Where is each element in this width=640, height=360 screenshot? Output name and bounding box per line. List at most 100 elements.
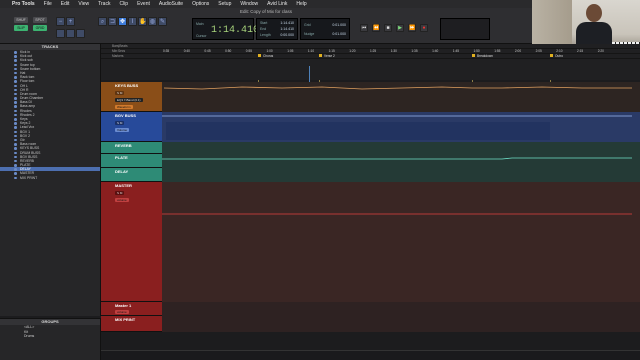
menu-clip[interactable]: Clip [119, 1, 128, 7]
track-name[interactable]: BGV BUSS [115, 113, 136, 118]
record-icon[interactable]: ● [420, 24, 428, 32]
zoom-out-icon[interactable]: − [56, 17, 65, 26]
spot-mode-button[interactable]: SPOT [33, 17, 47, 23]
zoom-preset-3[interactable] [76, 29, 85, 38]
shuffle-mode-button[interactable]: SHUF [14, 17, 28, 23]
track-header-master[interactable]: MASTER S M volume [101, 182, 162, 302]
lane-master[interactable] [162, 182, 640, 302]
menu-audiosuite[interactable]: AudioSuite [159, 1, 183, 7]
ruler-tick-label: 1:15 [328, 49, 335, 53]
ruler-tick-label: 0:40 [183, 49, 190, 53]
grabber-tool-icon[interactable]: ✋ [138, 17, 147, 26]
menu-file[interactable]: File [44, 1, 52, 7]
ruler-tick-label: 1:45 [452, 49, 460, 53]
menu-protools[interactable]: Pro Tools [12, 1, 35, 7]
track-name[interactable]: DELAY [115, 169, 128, 174]
track-name[interactable]: MIX PRINT [115, 317, 135, 322]
lane-reverb[interactable] [162, 142, 640, 154]
menu-window[interactable]: Window [240, 1, 258, 7]
marker-chorus[interactable]: Chorus [258, 54, 273, 58]
group-item[interactable]: Drums [0, 334, 100, 339]
solo-mute-button[interactable]: S M [115, 191, 125, 195]
view-selector[interactable]: Volume [115, 128, 130, 132]
lane-delay[interactable] [162, 168, 640, 182]
main-counter[interactable]: Main Cursor 1:14.410 [192, 18, 259, 40]
track-header-delay[interactable]: DELAY [101, 168, 162, 182]
zoom-in-icon[interactable]: + [66, 17, 75, 26]
menu-avidlink[interactable]: Avid Link [267, 1, 287, 7]
fast-forward-icon[interactable]: ⏩ [408, 24, 416, 32]
selection-indicators[interactable]: Start 1:14.410 End 1:14.410 Length 0:00.… [256, 18, 298, 40]
horizontal-scrollbar[interactable] [101, 350, 640, 360]
presenter-head [586, 4, 602, 22]
smart-tool-icon[interactable]: ✥ [118, 17, 127, 26]
track-header-plate[interactable]: PLATE [101, 154, 162, 168]
sel-length-value[interactable]: 0:00.000 [280, 33, 294, 37]
menu-options[interactable]: Options [192, 1, 209, 7]
sel-start-value[interactable]: 1:14.410 [280, 21, 294, 25]
ruler-tick-label: 2:20 [597, 49, 604, 53]
pencil-tool-icon[interactable]: ✎ [158, 17, 167, 26]
track-type-icon [14, 134, 17, 138]
trim-tool-icon[interactable]: ⊐ [108, 17, 117, 26]
track-name[interactable]: KEYS BUSS [115, 83, 138, 88]
counter-value: 1:14.410 [211, 25, 260, 36]
sel-end-value[interactable]: 1:14.410 [280, 27, 294, 31]
menu-edit[interactable]: Edit [61, 1, 70, 7]
track-type-icon [14, 67, 17, 71]
marker-verse-2[interactable]: Verse 2 [319, 54, 335, 58]
slip-mode-button[interactable]: SLIP [14, 25, 28, 31]
play-icon[interactable]: ▶ [396, 24, 404, 32]
nudge-value[interactable]: 0:01.000 [332, 32, 346, 36]
view-selector[interactable]: Waveform [115, 105, 133, 109]
zoom-preset-1[interactable] [56, 29, 65, 38]
view-selector[interactable]: volume [115, 198, 129, 202]
plate-automation [162, 157, 632, 160]
solo-mute-button[interactable]: S M [115, 121, 125, 125]
lane-plate[interactable] [162, 154, 640, 168]
track-type-icon [14, 84, 17, 87]
ruler-tick-label: 1:20 [349, 49, 356, 53]
insert-slot[interactable]: EQ3 7-Band (0.1) [115, 98, 143, 102]
menu-help[interactable]: Help [296, 1, 306, 7]
rewind-icon[interactable]: ⏪ [372, 24, 380, 32]
view-selector[interactable]: volume [115, 310, 129, 314]
ruler-markers[interactable]: Markers Chorus Verse 2 Breakdown Outro [101, 54, 640, 59]
track-name[interactable]: PLATE [115, 155, 128, 160]
menu-setup[interactable]: Setup [218, 1, 231, 7]
ruler-tick-label: 1:25 [370, 49, 377, 53]
track-name[interactable]: REVERB [115, 143, 132, 148]
zoom-preset-2[interactable] [66, 29, 75, 38]
track-name[interactable]: MASTER [115, 183, 132, 188]
lane-mix-print[interactable] [162, 316, 640, 332]
marker-breakdown[interactable]: Breakdown [472, 54, 493, 58]
menu-event[interactable]: Event [137, 1, 150, 7]
track-header-bgv-buss[interactable]: BGV BUSS S M Volume [101, 112, 162, 142]
grid-mode-button[interactable]: GRID [33, 25, 47, 31]
zoomer-tool-icon[interactable]: ⌕ [98, 17, 107, 26]
sel-start-label: Start [260, 21, 268, 25]
track-list-item[interactable]: MIX PRINT [0, 176, 100, 180]
grid-value[interactable]: 0:01.000 [332, 23, 346, 27]
track-name[interactable]: Master 1 [115, 303, 131, 308]
track-type-icon [14, 168, 17, 171]
track-header-reverb[interactable]: REVERB [101, 142, 162, 154]
track-header-keys-buss[interactable]: KEYS BUSS S M EQ3 7-Band (0.1) Waveform [101, 82, 162, 112]
scrubber-tool-icon[interactable]: ◍ [148, 17, 157, 26]
menu-track[interactable]: Track [98, 1, 110, 7]
lane-keys-buss[interactable] [162, 82, 640, 112]
grid-nudge-box[interactable]: Grid 0:01.000 Nudge 0:01.000 [300, 18, 350, 40]
track-header-master-out[interactable]: Master 1 volume [101, 302, 162, 316]
track-type-icon [14, 147, 17, 150]
menu-view[interactable]: View [78, 1, 89, 7]
solo-mute-button[interactable]: S M [115, 91, 125, 95]
return-to-zero-icon[interactable]: ⏮ [360, 24, 368, 32]
selector-tool-icon[interactable]: I [128, 17, 137, 26]
marker-outro[interactable]: Outro [550, 54, 563, 58]
ruler-tick-label: 2:00 [514, 49, 522, 53]
lane-master-out[interactable] [162, 302, 640, 316]
track-type-icon [14, 105, 17, 108]
stop-icon[interactable]: ■ [384, 24, 392, 32]
track-header-mix-print[interactable]: MIX PRINT [101, 316, 162, 332]
lane-bgv-buss[interactable] [162, 112, 640, 142]
